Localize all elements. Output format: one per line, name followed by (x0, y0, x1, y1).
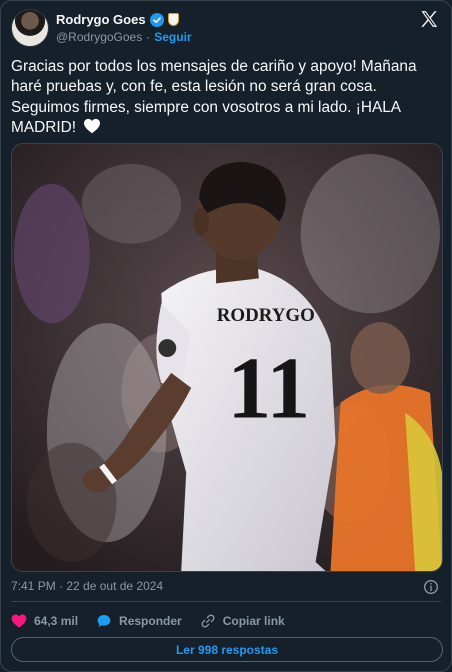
jersey-name-text: RODRYGO (217, 305, 315, 326)
divider (11, 601, 441, 602)
copy-link-label: Copiar link (222, 614, 285, 628)
tweet-actions: 64,3 mil Responder Copiar link (11, 611, 303, 631)
tweet-text: Gracias por todos los mensajes de cariño… (11, 57, 441, 139)
copy-link-button[interactable]: Copiar link (200, 613, 285, 629)
reply-label: Responder (119, 614, 182, 628)
jersey-number-text: 11 (227, 340, 310, 437)
tweet-card: Rodrygo Goes @RodrygoGoes · Seguir Graci… (0, 0, 452, 672)
separator-dot: · (146, 30, 151, 44)
display-name[interactable]: Rodrygo Goes (56, 12, 146, 27)
author-name-row: Rodrygo Goes (56, 12, 179, 27)
avatar[interactable] (11, 9, 49, 47)
read-replies-button[interactable]: Ler 998 respostas (11, 637, 443, 662)
tweet-photo[interactable]: RODRYGO 11 (11, 143, 443, 572)
verified-badge-icon (149, 12, 164, 27)
follow-button[interactable]: Seguir (154, 30, 191, 44)
tweet-body: Gracias por todos los mensajes de cariño… (11, 58, 417, 137)
link-icon (201, 614, 215, 628)
reply-bubble-icon (97, 615, 111, 627)
info-icon[interactable] (423, 579, 439, 595)
tweet-header: Rodrygo Goes @RodrygoGoes · Seguir (11, 9, 439, 49)
white-heart-icon (84, 119, 101, 134)
club-badge-icon (167, 13, 179, 26)
x-logo-icon[interactable] (419, 9, 439, 29)
reply-button[interactable]: Responder (96, 613, 182, 629)
tweet-timestamp[interactable]: 7:41 PM · 22 de out de 2024 (11, 579, 163, 593)
author-handle[interactable]: @RodrygoGoes (56, 30, 142, 44)
author-handle-row: @RodrygoGoes · Seguir (56, 30, 192, 44)
like-button[interactable]: 64,3 mil (11, 613, 78, 629)
heart-icon (11, 614, 27, 628)
like-count: 64,3 mil (34, 614, 79, 628)
